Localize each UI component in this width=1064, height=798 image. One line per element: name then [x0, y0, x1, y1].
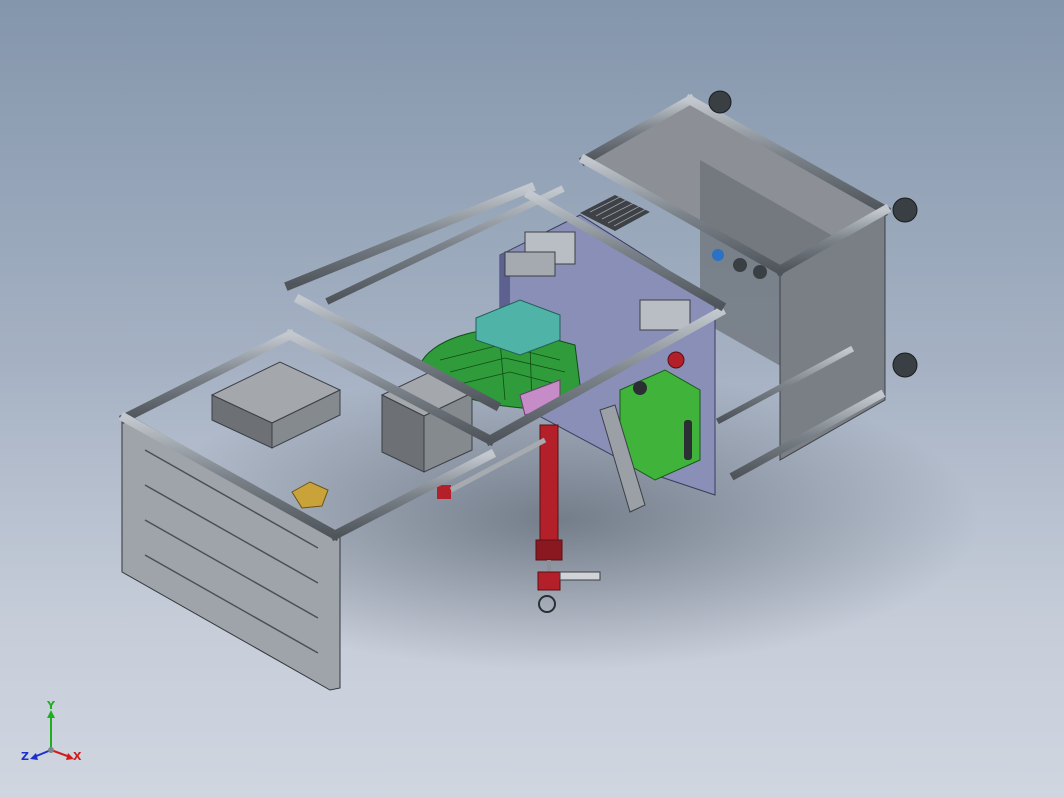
slide-unit-2 [639, 299, 691, 331]
cad-viewport[interactable]: Y X Z [0, 0, 1064, 798]
connector-3 [753, 265, 767, 279]
machine-assembly-model[interactable] [0, 0, 1064, 798]
axis-y-label: Y [46, 700, 56, 712]
axis-x-label: X [73, 750, 82, 763]
black-knob [633, 381, 647, 395]
blue-connector [712, 249, 724, 261]
connector-2 [733, 258, 747, 272]
coordinate-triad: Y X Z [21, 700, 82, 763]
red-knob [667, 351, 685, 369]
slide-unit-3 [504, 251, 556, 277]
handle [684, 420, 692, 460]
axis-z-label: Z [21, 750, 29, 763]
